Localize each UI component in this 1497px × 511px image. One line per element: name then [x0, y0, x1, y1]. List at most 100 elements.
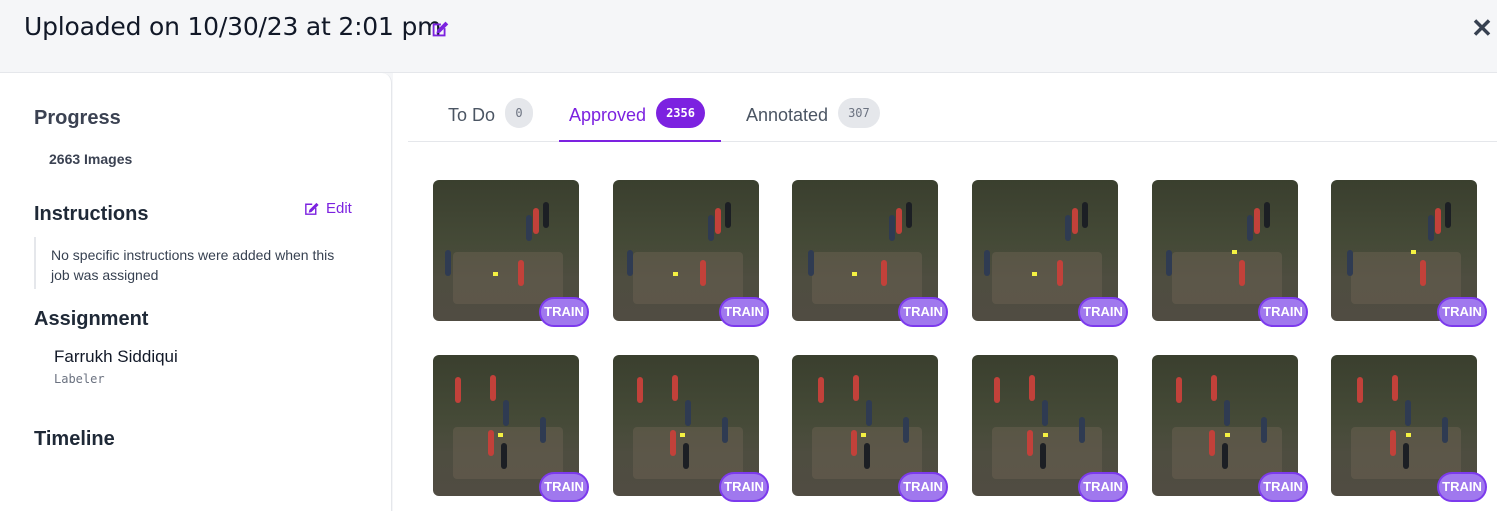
player-figure	[637, 377, 643, 403]
tab-label: Annotated	[746, 105, 829, 125]
player-figure	[708, 215, 714, 241]
split-badge: TRAIN	[898, 472, 948, 502]
player-figure	[1211, 375, 1217, 401]
close-icon[interactable]: ✕	[1471, 15, 1493, 41]
player-figure	[445, 250, 451, 276]
player-figure	[896, 208, 902, 234]
player-figure	[540, 417, 546, 443]
player-figure	[490, 375, 496, 401]
player-figure	[1247, 215, 1253, 241]
player-figure	[1254, 208, 1260, 234]
edit-instructions-button[interactable]: Edit	[303, 200, 352, 217]
images-count: 2663 Images	[49, 151, 133, 167]
progress-heading: Progress	[34, 107, 121, 129]
image-thumbnail[interactable]: TRAIN	[613, 355, 769, 502]
player-figure	[700, 260, 706, 286]
split-badge: TRAIN	[898, 297, 948, 327]
player-figure	[722, 417, 728, 443]
player-figure	[1435, 208, 1441, 234]
player-figure	[1166, 250, 1172, 276]
edit-icon[interactable]	[429, 18, 451, 40]
main-panel: To Do 0 Approved 2356 Annotated 307 TRAI…	[393, 73, 1497, 511]
image-thumbnail[interactable]: TRAIN	[433, 355, 589, 502]
count-badge: 0	[505, 98, 534, 128]
page-header: Uploaded on 10/30/23 at 2:01 pm ✕	[0, 0, 1497, 73]
pitch-area	[453, 427, 563, 479]
player-figure	[672, 375, 678, 401]
player-figure	[1442, 417, 1448, 443]
player-figure	[1405, 400, 1411, 426]
player-figure	[1224, 400, 1230, 426]
ball-marker	[1032, 272, 1037, 276]
split-badge: TRAIN	[539, 472, 589, 502]
split-badge: TRAIN	[1258, 297, 1308, 327]
player-figure	[543, 202, 549, 228]
player-figure	[715, 208, 721, 234]
split-badge: TRAIN	[1078, 472, 1128, 502]
image-thumbnail[interactable]: TRAIN	[1152, 355, 1308, 502]
player-figure	[1029, 375, 1035, 401]
split-badge: TRAIN	[539, 297, 589, 327]
player-figure	[1420, 260, 1426, 286]
player-figure	[1239, 260, 1245, 286]
ball-marker	[1411, 250, 1416, 254]
player-figure	[1057, 260, 1063, 286]
ball-marker	[673, 272, 678, 276]
ball-marker	[1406, 433, 1411, 437]
image-thumbnail[interactable]: TRAIN	[433, 180, 589, 327]
timeline-heading: Timeline	[34, 428, 115, 450]
ball-marker	[1232, 250, 1237, 254]
player-figure	[501, 443, 507, 469]
player-figure	[685, 400, 691, 426]
count-badge: 2356	[656, 98, 705, 128]
player-figure	[881, 260, 887, 286]
job-sidebar: Progress 2663 Images Instructions Edit N…	[0, 73, 392, 511]
player-figure	[984, 250, 990, 276]
player-figure	[503, 400, 509, 426]
image-thumbnail[interactable]: TRAIN	[792, 355, 948, 502]
player-figure	[1261, 417, 1267, 443]
assignee-role: Labeler	[54, 372, 105, 386]
player-figure	[853, 375, 859, 401]
image-thumbnail[interactable]: TRAIN	[792, 180, 948, 327]
tab-to-do[interactable]: To Do 0	[448, 98, 534, 142]
split-badge: TRAIN	[1258, 472, 1308, 502]
status-tabs: To Do 0 Approved 2356 Annotated 307	[408, 73, 1497, 142]
player-figure	[683, 443, 689, 469]
image-thumbnail[interactable]: TRAIN	[972, 180, 1128, 327]
assignee-name: Farrukh Siddiqui	[54, 347, 178, 366]
player-figure	[1222, 443, 1228, 469]
tab-annotated[interactable]: Annotated 307	[746, 98, 880, 142]
player-figure	[455, 377, 461, 403]
pitch-area	[633, 252, 743, 304]
player-figure	[488, 430, 494, 456]
player-figure	[1072, 208, 1078, 234]
player-figure	[808, 250, 814, 276]
image-thumbnail[interactable]: TRAIN	[1331, 355, 1487, 502]
player-figure	[1042, 400, 1048, 426]
instructions-heading: Instructions	[34, 203, 149, 225]
pitch-area	[453, 252, 563, 304]
ball-marker	[680, 433, 685, 437]
player-figure	[1428, 215, 1434, 241]
player-figure	[864, 443, 870, 469]
player-figure	[851, 430, 857, 456]
image-thumbnail[interactable]: TRAIN	[1152, 180, 1308, 327]
player-figure	[1403, 443, 1409, 469]
pitch-area	[812, 252, 922, 304]
image-thumbnail[interactable]: TRAIN	[613, 180, 769, 327]
edit-label: Edit	[326, 200, 352, 217]
ball-marker	[852, 272, 857, 276]
player-figure	[889, 215, 895, 241]
image-thumbnail[interactable]: TRAIN	[1331, 180, 1487, 327]
player-figure	[1082, 202, 1088, 228]
player-figure	[1079, 417, 1085, 443]
tab-approved[interactable]: Approved 2356	[559, 98, 721, 142]
ball-marker	[1225, 433, 1230, 437]
instructions-text: No specific instructions were added when…	[34, 237, 344, 289]
player-figure	[1209, 430, 1215, 456]
player-figure	[1040, 443, 1046, 469]
player-figure	[518, 260, 524, 286]
image-thumbnail[interactable]: TRAIN	[972, 355, 1128, 502]
player-figure	[533, 208, 539, 234]
